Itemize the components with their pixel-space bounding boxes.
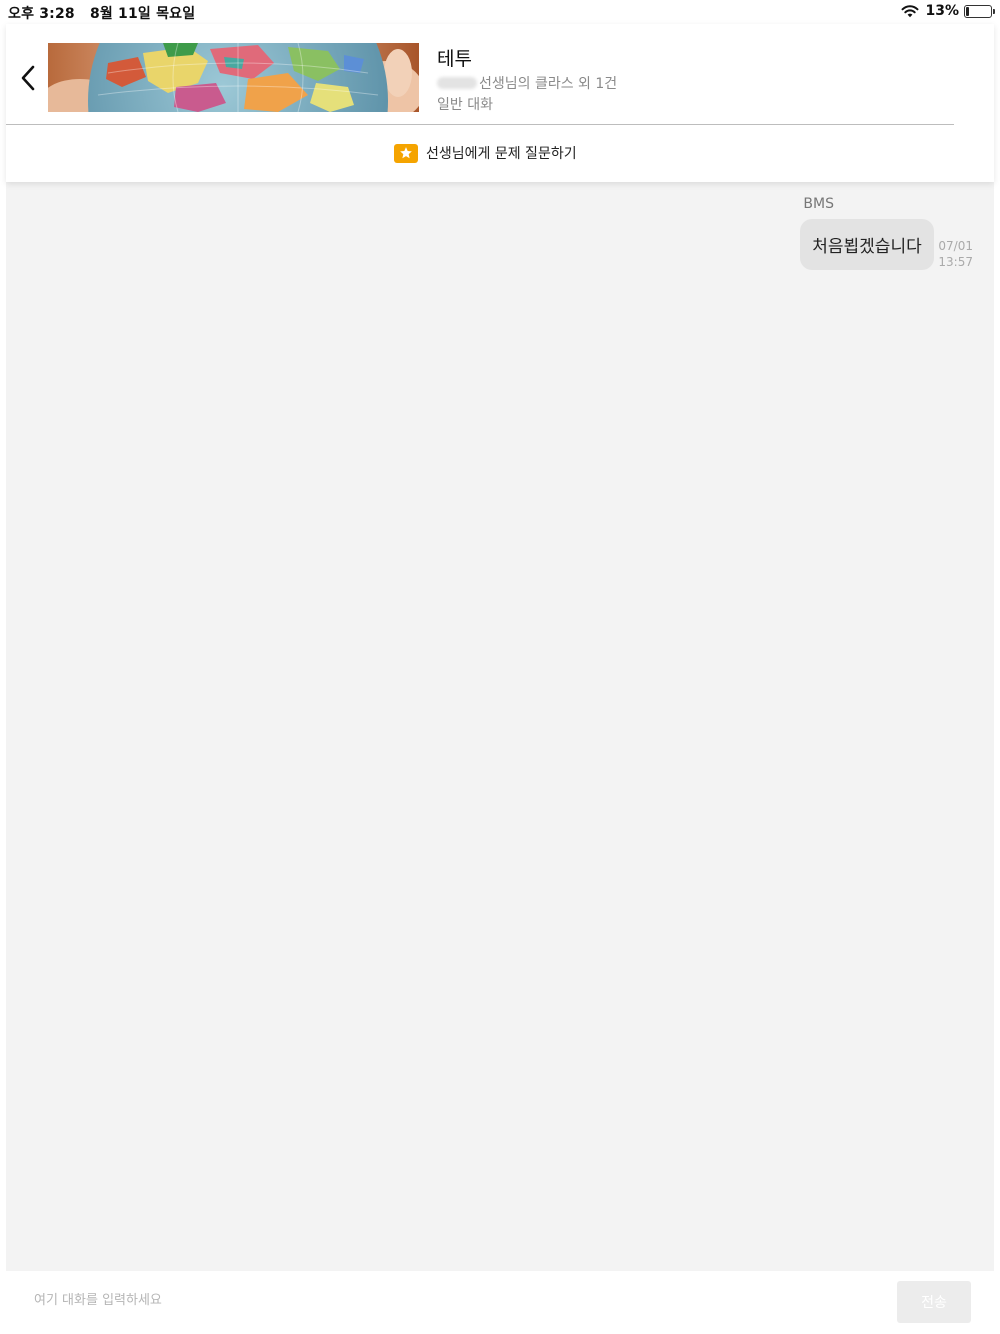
chat-title: 테투	[437, 48, 472, 70]
message-input-bar: 전송	[6, 1271, 994, 1334]
status-indicators: 13%	[901, 3, 995, 19]
ask-teacher-question-label: 선생님에게 문제 질문하기	[426, 146, 577, 162]
message-input[interactable]	[24, 1283, 844, 1317]
battery-icon	[964, 4, 995, 18]
message-date: 07/01	[938, 239, 973, 253]
message-timestamp: 07/01 13:57	[938, 238, 973, 270]
header-divider	[6, 124, 954, 125]
status-bar: 오후 3:28 8월 11일 목요일 13%	[0, 0, 1000, 24]
class-info: 선생님의 클라스 외 1건	[479, 76, 618, 92]
message-sender: BMS	[803, 196, 834, 212]
class-thumbnail	[48, 43, 419, 112]
back-button[interactable]	[14, 60, 42, 96]
chat-category: 일반 대화	[437, 97, 493, 113]
status-time: 오후 3:28	[8, 6, 75, 22]
message-bubble[interactable]: 처음뵙겠습니다	[800, 219, 934, 270]
chat-screen: 테투 선생님의 클라스 외 1건 일반 대화 선생님에게 문제 질문하기 BMS…	[6, 24, 994, 1334]
globe-in-hands-image	[48, 43, 419, 112]
battery-percent: 13%	[925, 3, 959, 19]
send-button[interactable]: 전송	[897, 1281, 971, 1323]
star-icon	[394, 143, 418, 163]
chat-subtitle: 선생님의 클라스 외 1건	[437, 73, 617, 93]
battery-level	[966, 6, 969, 16]
wifi-icon	[901, 5, 919, 18]
status-datetime: 오후 3:28 8월 11일 목요일	[8, 3, 195, 23]
chevron-left-icon	[21, 65, 35, 91]
star-glyph	[400, 147, 412, 159]
status-date: 8월 11일 목요일	[89, 6, 196, 22]
ask-teacher-question-button[interactable]: 선생님에게 문제 질문하기	[394, 143, 577, 163]
chat-header: 테투 선생님의 클라스 외 1건 일반 대화 선생님에게 문제 질문하기	[6, 24, 994, 182]
blurred-teacher-name	[437, 77, 477, 89]
message-time: 13:57	[938, 255, 973, 269]
